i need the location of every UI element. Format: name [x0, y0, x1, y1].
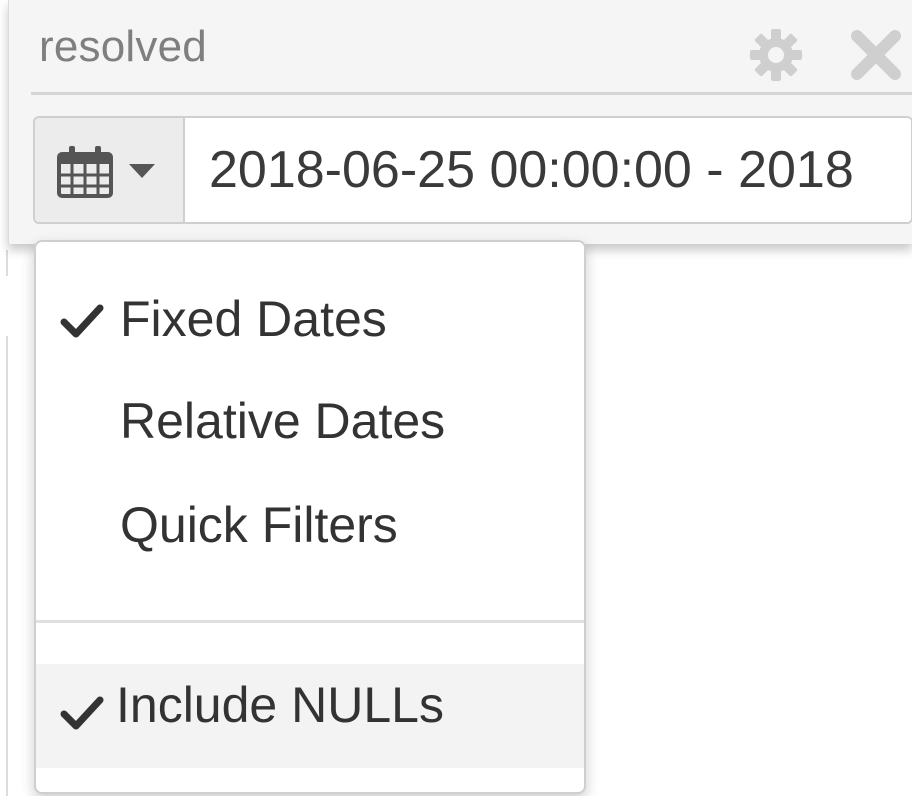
menu-item-include-nulls[interactable]: Include NULLs: [36, 664, 584, 768]
menu-item-fixed-dates[interactable]: Fixed Dates: [36, 270, 584, 370]
menu-item-label: Quick Filters: [120, 497, 398, 553]
calendar-icon: [57, 146, 113, 198]
menu-divider: [36, 620, 584, 623]
date-range-field[interactable]: 2018-06-25 00:00:00 - 2018: [185, 118, 911, 222]
gear-icon[interactable]: [747, 26, 805, 84]
date-mode-dropdown-toggle[interactable]: [35, 118, 185, 222]
close-icon[interactable]: [847, 26, 905, 84]
background-divider: [6, 336, 8, 796]
date-mode-menu: Fixed Dates Relative Dates Quick Filters…: [34, 240, 586, 794]
menu-item-label: Include NULLs: [116, 677, 444, 733]
page: resolved 2018-06-25 00:00:00 - 2018 Fixe…: [0, 0, 912, 796]
background-divider: [6, 250, 8, 276]
panel-title: resolved: [39, 22, 207, 71]
filter-panel: resolved 2018-06-25 00:00:00 - 2018: [8, 0, 912, 244]
menu-item-relative-dates[interactable]: Relative Dates: [36, 372, 584, 472]
header-divider: [31, 92, 912, 95]
menu-item-quick-filters[interactable]: Quick Filters: [36, 476, 584, 576]
checkmark-icon: [60, 696, 104, 730]
menu-item-label: Fixed Dates: [120, 291, 387, 347]
date-range-input-group: 2018-06-25 00:00:00 - 2018: [33, 116, 912, 224]
menu-item-label: Relative Dates: [120, 393, 446, 449]
checkmark-icon: [60, 304, 104, 338]
caret-down-icon: [129, 164, 155, 178]
